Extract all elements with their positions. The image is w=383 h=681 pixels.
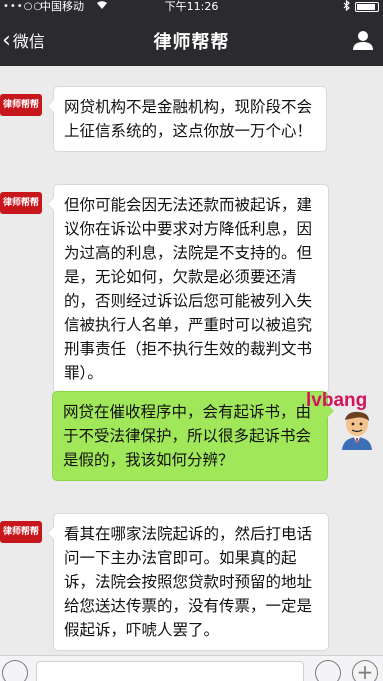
- watermark: lvbang: [306, 390, 368, 411]
- input-bar: +: [0, 655, 383, 681]
- user-avatar[interactable]: [337, 410, 375, 450]
- person-icon[interactable]: [352, 29, 374, 51]
- plus-icon[interactable]: +: [352, 660, 378, 681]
- page-title: 律师帮帮: [153, 32, 230, 53]
- message-bubble: 但你可能会因无法还款而被起诉，建议你在诉讼中要求对方降低利息，因为过高的利息，法…: [47, 184, 329, 394]
- status-bar: •••○○ 中国移动 下午11:26: [0, 0, 383, 14]
- lawyer-avatar[interactable]: 律师帮帮: [0, 521, 42, 543]
- status-time: 下午11:26: [164, 0, 219, 13]
- voice-icon[interactable]: [2, 660, 28, 681]
- battery-fill: [357, 4, 375, 10]
- chat-area[interactable]: 律师帮帮 网贷机构不是金融机构，现阶段不会上征信系统的，这点你放一万个心！ 律师…: [0, 66, 383, 655]
- message-text: 网贷在催收程序中，会有起诉书，由于不受法律保护，所以很多起诉书会是假的，我该如何…: [63, 403, 312, 469]
- message-bubble: 网贷机构不是金融机构，现阶段不会上征信系统的，这点你放一万个心！: [47, 86, 327, 152]
- message-text: 看其在哪家法院起诉的，然后打电话问一下主办法官即可。如果真的起诉，法院会按照您贷…: [64, 525, 313, 639]
- lawyer-avatar[interactable]: 律师帮帮: [0, 192, 42, 214]
- nav-bar: ‹ 微信 律师帮帮: [0, 14, 383, 66]
- battery-icon: [355, 2, 379, 12]
- lawyer-avatar[interactable]: 律师帮帮: [0, 94, 42, 116]
- message-text: 但你可能会因无法还款而被起诉，建议你在诉讼中要求对方降低利息，因为过高的利息，法…: [64, 196, 313, 382]
- message-input[interactable]: [36, 661, 304, 681]
- message-text: 网贷机构不是金融机构，现阶段不会上征信系统的，这点你放一万个心！: [64, 98, 313, 140]
- message-bubble-user: 网贷在催收程序中，会有起诉书，由于不受法律保护，所以很多起诉书会是假的，我该如何…: [52, 391, 334, 481]
- message-bubble: 看其在哪家法院起诉的，然后打电话问一下主办法官即可。如果真的起诉，法院会按照您贷…: [47, 513, 329, 651]
- emoji-icon[interactable]: [315, 660, 341, 681]
